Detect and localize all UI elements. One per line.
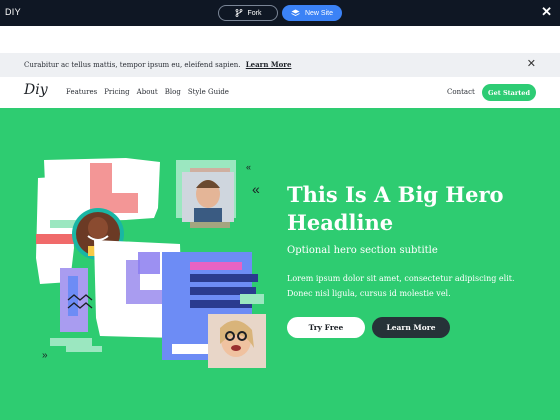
announcement-message: Curabitur ac tellus mattis, tempor ipsum…	[24, 60, 291, 69]
pink-bar	[36, 234, 74, 244]
torn-paper-left	[36, 176, 74, 284]
stripe-pink	[190, 262, 242, 270]
nav-link-blog[interactable]: Blog	[165, 88, 181, 96]
navbar: Diy Features Pricing About Blog Style Gu…	[0, 78, 560, 108]
double-chevron-top: «	[246, 162, 251, 172]
close-icon[interactable]: ✕	[541, 4, 552, 20]
double-chevron-bottom: »	[42, 350, 48, 361]
fork-icon	[235, 9, 242, 17]
hero-body-text: Lorem ipsum dolor sit amet, consectetur …	[287, 274, 515, 298]
try-free-button[interactable]: Try Free	[287, 317, 365, 338]
nav-link-pricing[interactable]: Pricing	[104, 88, 129, 96]
hero-subtitle: Optional hero section subtitle	[287, 245, 438, 256]
stripe-navy-2	[190, 287, 256, 295]
hero-section: » « « This Is A Big Hero Headline Option…	[0, 108, 560, 420]
site-logo[interactable]: Diy	[24, 82, 48, 98]
get-started-button[interactable]: Get Started	[482, 84, 536, 101]
hero-headline: This Is A Big Hero Headline	[287, 182, 504, 235]
fork-button-label: Fork	[247, 9, 262, 17]
nav-link-features[interactable]: Features	[66, 88, 97, 96]
mint-strip-right	[240, 294, 264, 304]
layers-icon	[291, 9, 300, 16]
nav-link-style-guide[interactable]: Style Guide	[188, 88, 229, 96]
toolbar-brand: DIY	[5, 7, 21, 17]
stripe-navy-1	[190, 274, 258, 282]
new-site-button-label: New Site	[304, 9, 333, 17]
nav-link-contact[interactable]: Contact	[447, 88, 475, 96]
hero-illustration: » « «	[36, 158, 266, 368]
nav-link-about[interactable]: About	[137, 88, 158, 96]
dismiss-announcement-icon[interactable]: ✕	[527, 57, 536, 70]
announcement-bar: Curabitur ac tellus mattis, tempor ipsum…	[0, 53, 560, 77]
green-strip-1	[50, 220, 76, 228]
mint-strip	[50, 338, 92, 346]
fork-button[interactable]: Fork	[218, 5, 278, 21]
double-chevron-mid: «	[252, 181, 260, 197]
nav-links: Features Pricing About Blog Style Guide	[66, 88, 229, 96]
top-toolbar: DIY Fork New Site ✕	[0, 0, 560, 26]
announcement-learn-more-link[interactable]: Learn More	[246, 60, 292, 69]
new-site-button[interactable]: New Site	[282, 5, 342, 21]
announcement-text: Curabitur ac tellus mattis, tempor ipsum…	[24, 61, 241, 69]
white-strip	[172, 344, 214, 354]
learn-more-button[interactable]: Learn More	[372, 317, 450, 338]
lavender-block	[138, 252, 160, 274]
